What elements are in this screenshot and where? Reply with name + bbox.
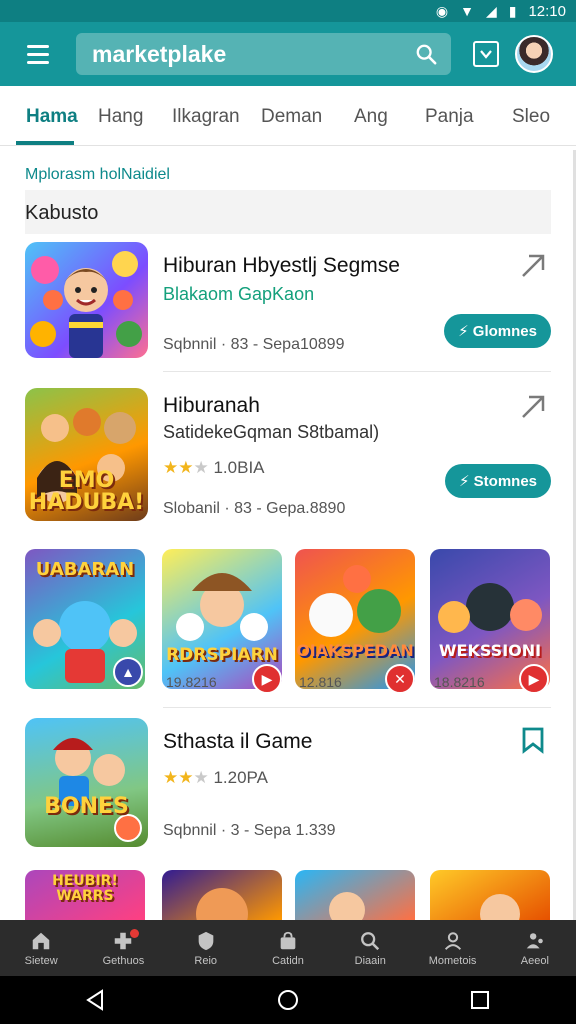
nav-label: Sietew [24,954,58,967]
avatar[interactable] [515,35,553,73]
nav-label: Aeeol [520,954,549,967]
grid-app-tile[interactable] [162,870,282,920]
thumbnail-art-text: BONES [44,794,129,819]
divider [163,371,551,372]
account-icon [526,932,543,948]
play-icon[interactable]: ▶ [252,664,282,694]
app-subtitle: Blakaom GapKaon [163,284,315,304]
nav-label: Diaain [354,954,386,967]
status-time: 12:10 [528,2,566,20]
thumbnail-art-text: EMO HADUBA! [28,468,145,515]
nav-item-mometois[interactable]: Mometois [411,920,493,976]
pin-icon[interactable] [519,252,547,280]
nav-item-aeeol[interactable]: Aeeol [494,920,576,976]
battery-icon: ▮ [508,2,517,19]
back-icon[interactable] [84,988,108,1012]
grid-label: 18.8216 [434,674,485,690]
bag-icon [280,931,296,949]
badge-icon: ▲ [113,657,143,687]
list-item[interactable]: Hiburan Hbyestlj Segmse Blakaom GapKaon … [25,242,551,360]
app-rating: ★★★ 1.20PA [163,768,268,787]
active-tab-indicator [16,141,74,145]
rating-text: 1.0BIA [213,458,265,477]
app-meta: Sqbnnil · 83 - Sepa10899 [163,336,345,353]
list-item[interactable]: EMO HADUBA! Hiburanah SatidekeGqman S8tb… [25,388,551,522]
recents-icon[interactable] [468,988,492,1012]
thumbnail-art-text: OIAKSPEDAN [296,641,414,660]
download-icon [480,50,492,59]
nav-item-catidn[interactable]: Catidn [247,920,329,976]
tab-hama[interactable]: Hama [26,106,78,128]
nav-label: Gethuos [102,954,145,967]
search-icon [361,931,380,950]
system-nav-bar [0,976,576,1024]
notification-dot [130,929,140,938]
divider [163,707,551,708]
grid-label: 12.816 [299,674,342,690]
tab-sleo[interactable]: Sleo [512,106,550,128]
category-tabs: Hama Hang Ilkagran Deman Ang Panja Sleo [0,86,576,146]
bottom-nav: Sietew Gethuos Reio Catidn Diaain Mometo… [0,920,576,976]
nav-label: Reio [194,954,218,967]
data-saver-icon: ◉ [435,2,449,19]
shield-icon [198,931,214,950]
thumbnail-art-text: WEKSSIONI [438,641,542,660]
pin-icon[interactable] [519,393,547,421]
app-bar: marketplake [0,22,576,86]
grid-app-tile[interactable]: HEUBIR! WARRS [25,870,145,920]
search-icon[interactable] [415,43,437,65]
rating-text: 1.20PA [213,768,268,787]
thumbnail-art-text: UABARAN [35,559,135,580]
close-icon[interactable]: ✕ [385,664,415,694]
app-meta: Slobanil · 83 - Gepa.8890 [163,500,346,517]
app-thumbnail: BONES [25,718,148,847]
tab-panja[interactable]: Panja [425,106,474,128]
search-input[interactable]: marketplake [76,33,451,75]
install-button[interactable]: ⚡ Stomnes [444,464,551,498]
app-subtitle: SatidekeGqman S8tbamal) [163,422,380,442]
person-icon [444,931,461,950]
nav-label: Mometois [428,954,477,967]
thumbnail-art-text: HEUBIR! WARRS [52,873,118,904]
download-button[interactable] [473,41,499,67]
status-bar: ◉ ▼ ◢ ▮ 12:10 [0,0,576,22]
wifi-icon: ▼ [460,3,474,19]
bookmark-icon[interactable] [519,726,547,754]
app-rating: ★★★ 1.0BIA [163,458,265,477]
nav-label: Catidn [272,954,304,967]
grid-app-tile[interactable] [295,870,415,920]
grid-app-tile[interactable]: UABARAN ▲ [25,549,145,689]
nav-item-reio[interactable]: Reio [165,920,247,976]
tab-ilkagran[interactable]: Ilkagran [172,106,240,128]
nav-item-sietew[interactable]: Sietew [0,920,82,976]
home-icon [32,932,50,949]
search-query: marketplake [92,40,227,67]
grid-label: 19.8216 [166,674,217,690]
section-label: Mplorasm holNaidiel [25,166,170,183]
section-header: Kabusto [25,190,551,234]
install-button[interactable]: ⚡ Glomnes [444,314,551,348]
nav-item-diaain[interactable]: Diaain [329,920,411,976]
nav-item-gethuos[interactable]: Gethuos [82,920,164,976]
app-title: Sthasta il Game [163,730,313,753]
home-button-icon[interactable] [276,988,300,1012]
tab-deman[interactable]: Deman [261,106,322,128]
grid-app-tile[interactable] [430,870,550,920]
list-item[interactable]: BONES Sthasta il Game ★★★ 1.20PA Sqbnnil… [25,718,551,848]
menu-button[interactable] [0,22,76,86]
app-title: Hiburanah [163,394,260,417]
app-meta: Sqbnnil · 3 - Sepa 1.339 [163,822,336,839]
thumbnail-art-text: RDRSPIARN [166,645,278,665]
tab-ang[interactable]: Ang [354,106,388,128]
app-thumbnail: EMO HADUBA! [25,388,148,521]
tab-hang[interactable]: Hang [98,106,143,128]
app-title: Hiburan Hbyestlj Segmse [163,254,400,277]
play-icon[interactable]: ▶ [519,664,549,694]
signal-icon: ◢ [485,2,497,19]
app-thumbnail [25,242,148,358]
